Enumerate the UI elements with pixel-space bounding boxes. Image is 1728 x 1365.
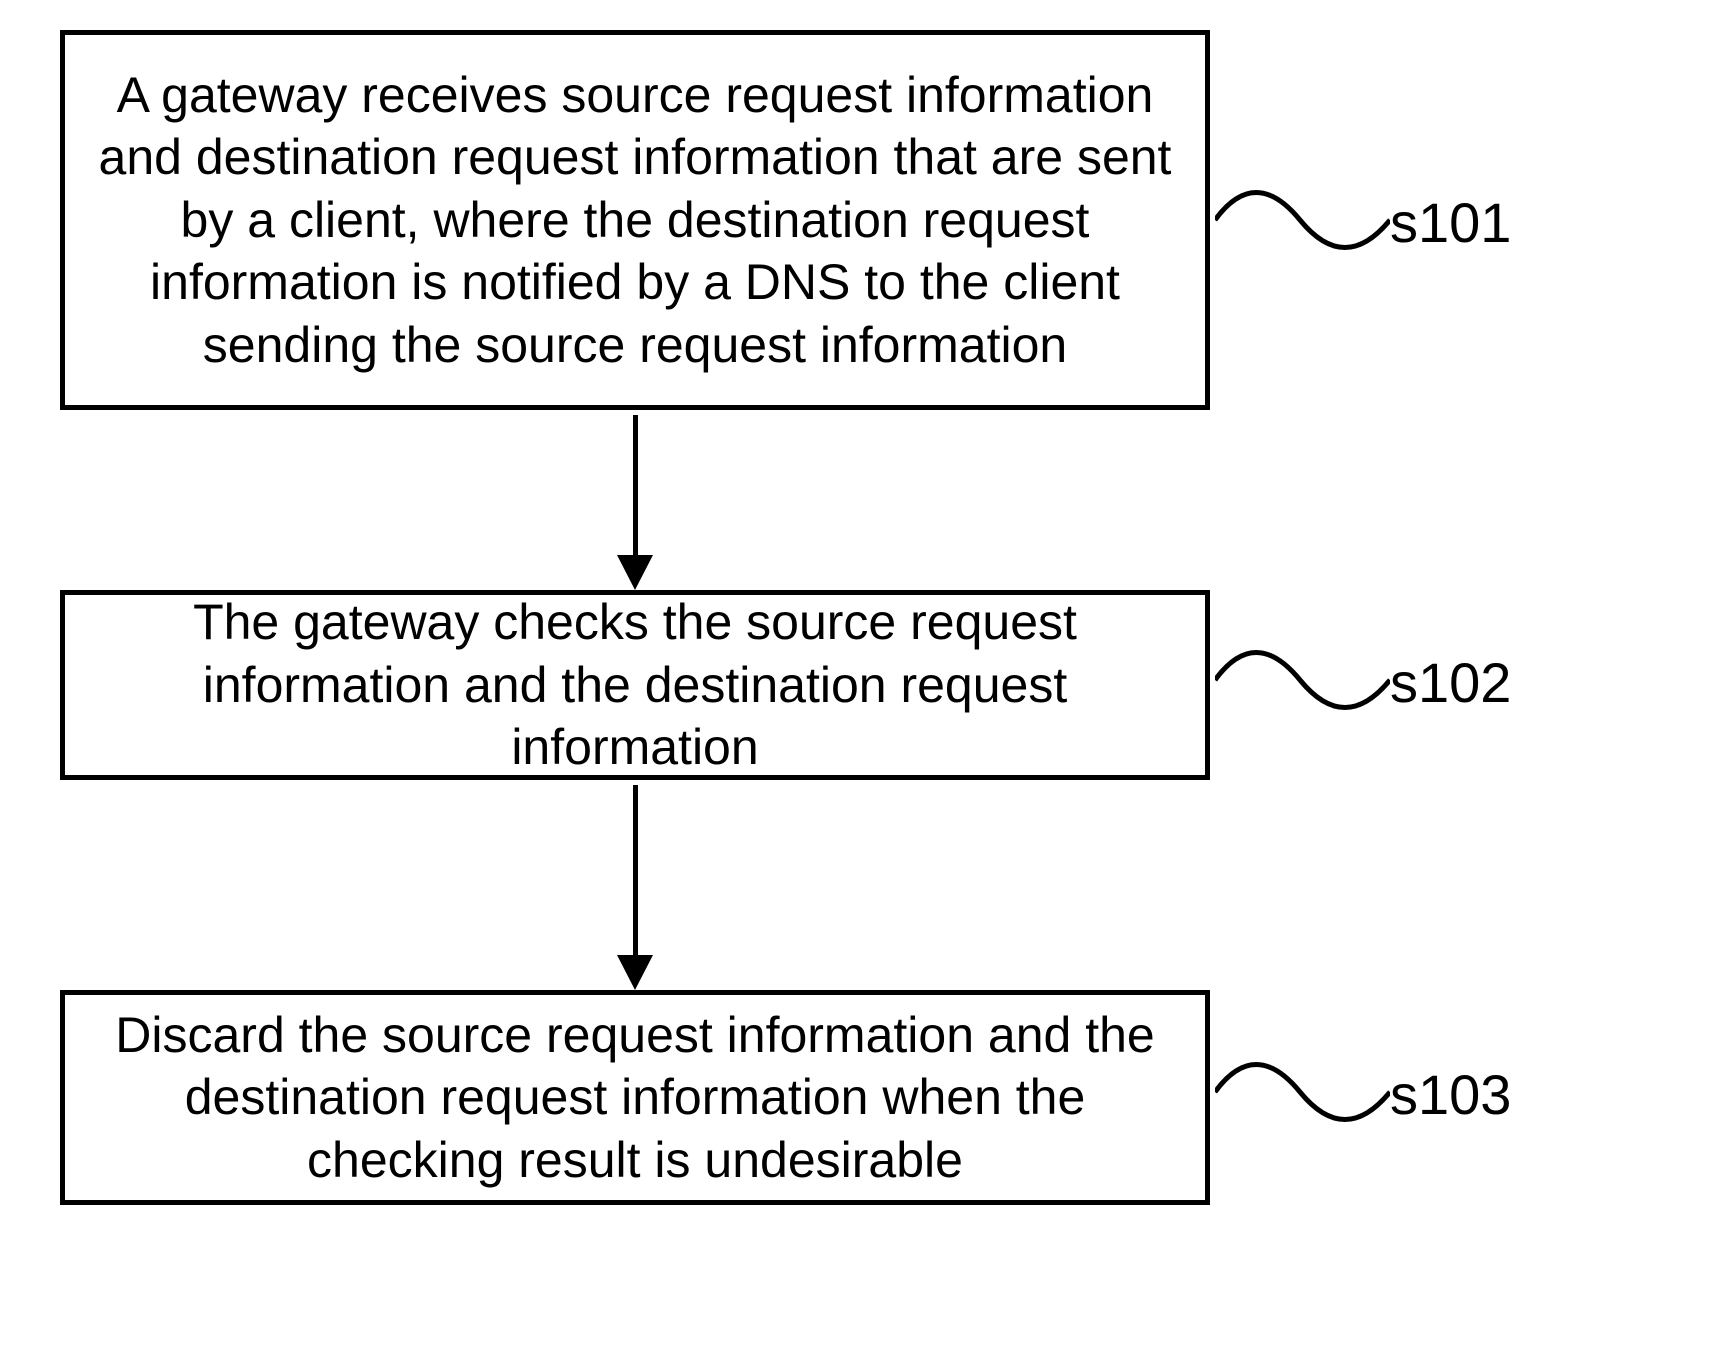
step-3-label: s103 (1390, 1062, 1511, 1127)
connector-3 (1215, 1047, 1390, 1137)
wave-icon (1215, 1047, 1390, 1137)
arrow-line-icon (633, 785, 638, 960)
step-2-text: The gateway checks the source request in… (85, 591, 1185, 779)
wave-icon (1215, 635, 1390, 725)
step-1-label: s101 (1390, 190, 1511, 255)
flowchart-step-1: A gateway receives source request inform… (60, 30, 1210, 410)
arrow-head-icon (617, 955, 653, 990)
arrow-line-icon (633, 415, 638, 560)
flowchart-step-2: The gateway checks the source request in… (60, 590, 1210, 780)
connector-2 (1215, 635, 1390, 725)
connector-1 (1215, 175, 1390, 265)
step-1-text: A gateway receives source request inform… (85, 64, 1185, 377)
flowchart-step-3: Discard the source request information a… (60, 990, 1210, 1205)
arrow-head-icon (617, 555, 653, 590)
step-2-label: s102 (1390, 650, 1511, 715)
step-3-text: Discard the source request information a… (85, 1004, 1185, 1192)
wave-icon (1215, 175, 1390, 265)
flowchart-container: A gateway receives source request inform… (0, 0, 1728, 1365)
